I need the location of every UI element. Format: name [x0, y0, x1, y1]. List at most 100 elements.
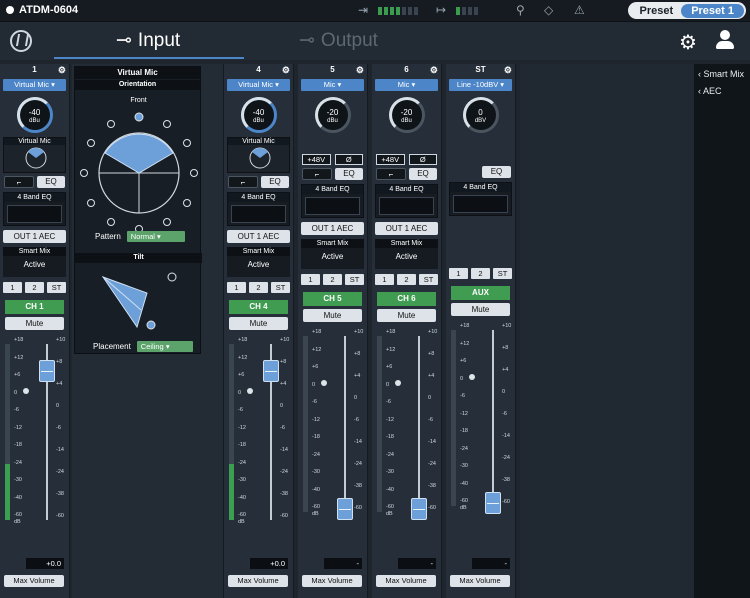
- mute-button[interactable]: Mute: [5, 317, 64, 330]
- bus-1-button[interactable]: 1: [449, 268, 468, 279]
- input-source-select[interactable]: Mic ▾: [375, 79, 438, 91]
- highpass-button[interactable]: ⌐: [228, 176, 258, 188]
- max-volume-button[interactable]: Max Volume: [228, 575, 288, 587]
- channel-name[interactable]: CH 5: [303, 292, 362, 306]
- gain-knob[interactable]: -40 dBu: [240, 97, 277, 133]
- preset-value[interactable]: Preset 1: [681, 3, 744, 18]
- bus-st-button[interactable]: ST: [493, 268, 512, 279]
- fader-handle[interactable]: [485, 492, 501, 514]
- user-icon[interactable]: [716, 30, 734, 50]
- smart-mix-box[interactable]: Smart Mix Active: [3, 247, 66, 277]
- tag-icon[interactable]: ◇: [544, 3, 553, 17]
- gear-icon[interactable]: ⚙: [356, 64, 364, 76]
- mute-button[interactable]: Mute: [303, 309, 362, 322]
- fader-readout: -: [472, 558, 510, 569]
- eq-box[interactable]: 4 Band EQ: [301, 184, 364, 218]
- gain-knob[interactable]: -20 dBu: [388, 97, 425, 133]
- gear-icon[interactable]: ⚙: [282, 64, 290, 76]
- smart-mix-box[interactable]: Smart Mix Active: [227, 247, 290, 277]
- channel-name[interactable]: AUX: [451, 286, 510, 300]
- preset-selector[interactable]: Preset Preset 1: [627, 2, 746, 19]
- fader-scale-right: -6: [280, 425, 285, 431]
- bus-1-button[interactable]: 1: [3, 282, 22, 293]
- bus-st-button[interactable]: ST: [419, 274, 438, 285]
- highpass-button[interactable]: ⌐: [4, 176, 34, 188]
- channel-name[interactable]: CH 4: [229, 300, 288, 314]
- input-source-select[interactable]: Virtual Mic ▾: [3, 79, 66, 91]
- fader-handle[interactable]: [337, 498, 353, 520]
- max-volume-button[interactable]: Max Volume: [302, 575, 362, 587]
- warning-icon[interactable]: ⚠: [574, 3, 585, 17]
- sidebar-item-aec[interactable]: ‹ AEC: [694, 81, 750, 98]
- bus-1-button[interactable]: 1: [227, 282, 246, 293]
- gear-icon[interactable]: ⚙: [679, 30, 697, 55]
- aec-reference-button[interactable]: OUT 1 AEC: [227, 230, 290, 243]
- phantom-button[interactable]: +48V: [302, 154, 331, 165]
- bus-2-button[interactable]: 2: [471, 268, 490, 279]
- eq-box[interactable]: 4 Band EQ: [449, 182, 512, 216]
- input-source-select[interactable]: Mic ▾: [301, 79, 364, 91]
- fader-scale-right: -6: [502, 411, 507, 417]
- eq-button[interactable]: EQ: [37, 176, 65, 188]
- gear-icon[interactable]: ⚙: [58, 64, 66, 76]
- gain-knob[interactable]: -40 dBu: [16, 97, 53, 133]
- phase-button[interactable]: Ø: [408, 154, 437, 165]
- aec-reference-button[interactable]: OUT 1 AEC: [3, 230, 66, 243]
- aec-reference-button[interactable]: OUT 1 AEC: [301, 222, 364, 235]
- bus-2-button[interactable]: 2: [249, 282, 268, 293]
- bus-1-button[interactable]: 1: [375, 274, 394, 285]
- fader-handle[interactable]: [411, 498, 427, 520]
- mute-button[interactable]: Mute: [451, 303, 510, 316]
- highpass-button[interactable]: ⌐: [376, 168, 406, 180]
- tilt-diagram[interactable]: [75, 265, 202, 345]
- max-volume-button[interactable]: Max Volume: [4, 575, 64, 587]
- virtual-mic-mini[interactable]: Virtual Mic: [227, 137, 290, 173]
- mute-button[interactable]: Mute: [229, 317, 288, 330]
- sidebar-item-smart-mix[interactable]: ‹ Smart Mix: [694, 64, 750, 81]
- pattern-select[interactable]: Normal ▾: [126, 231, 185, 242]
- gain-knob[interactable]: 0 dBV: [462, 97, 499, 133]
- channel-name[interactable]: CH 1: [5, 300, 64, 314]
- input-source-select[interactable]: Line -10dBV ▾: [449, 79, 512, 91]
- bus-st-button[interactable]: ST: [271, 282, 290, 293]
- smart-mix-box[interactable]: Smart Mix Active: [301, 239, 364, 269]
- phantom-button[interactable]: +48V: [376, 154, 405, 165]
- gear-icon[interactable]: ⚙: [504, 64, 512, 76]
- eq-box[interactable]: 4 Band EQ: [375, 184, 438, 218]
- input-source-select[interactable]: Virtual Mic ▾: [227, 79, 290, 91]
- bus-st-button[interactable]: ST: [345, 274, 364, 285]
- channel-name[interactable]: CH 6: [377, 292, 436, 306]
- eq-box[interactable]: 4 Band EQ: [3, 192, 66, 226]
- gain-knob[interactable]: -20 dBu: [314, 97, 351, 133]
- placement-select[interactable]: Ceiling ▾: [136, 341, 193, 352]
- fader-handle[interactable]: [39, 360, 55, 382]
- phase-button[interactable]: Ø: [334, 154, 363, 165]
- gear-icon[interactable]: ⚙: [430, 64, 438, 76]
- eq-button[interactable]: EQ: [335, 168, 363, 180]
- bus-2-button[interactable]: 2: [323, 274, 342, 285]
- max-volume-button[interactable]: Max Volume: [450, 575, 510, 587]
- eq-button[interactable]: EQ: [409, 168, 437, 180]
- tab-input[interactable]: ⊸ Input: [116, 29, 180, 52]
- unity-marker-icon: [395, 380, 401, 386]
- smart-mix-box[interactable]: Smart Mix Active: [375, 239, 438, 269]
- highpass-button[interactable]: ⌐: [302, 168, 332, 180]
- virtual-mic-mini[interactable]: Virtual Mic: [3, 137, 66, 173]
- mute-button[interactable]: Mute: [377, 309, 436, 322]
- aec-reference-button[interactable]: OUT 1 AEC: [375, 222, 438, 235]
- link-icon[interactable]: ⚲: [516, 3, 525, 17]
- orientation-polar-diagram[interactable]: [75, 107, 202, 237]
- bus-st-button[interactable]: ST: [47, 282, 66, 293]
- bus-2-button[interactable]: 2: [25, 282, 44, 293]
- fader-scale-right: -6: [56, 425, 61, 431]
- eq-button[interactable]: EQ: [482, 166, 511, 178]
- fader-handle[interactable]: [263, 360, 279, 382]
- bus-2-button[interactable]: 2: [397, 274, 416, 285]
- max-volume-button[interactable]: Max Volume: [376, 575, 436, 587]
- eq-box[interactable]: 4 Band EQ: [227, 192, 290, 226]
- eq-button[interactable]: EQ: [261, 176, 289, 188]
- output-level-icon: ↦: [436, 3, 447, 17]
- bus-1-button[interactable]: 1: [301, 274, 320, 285]
- tab-output[interactable]: ⊸ Output: [299, 29, 378, 52]
